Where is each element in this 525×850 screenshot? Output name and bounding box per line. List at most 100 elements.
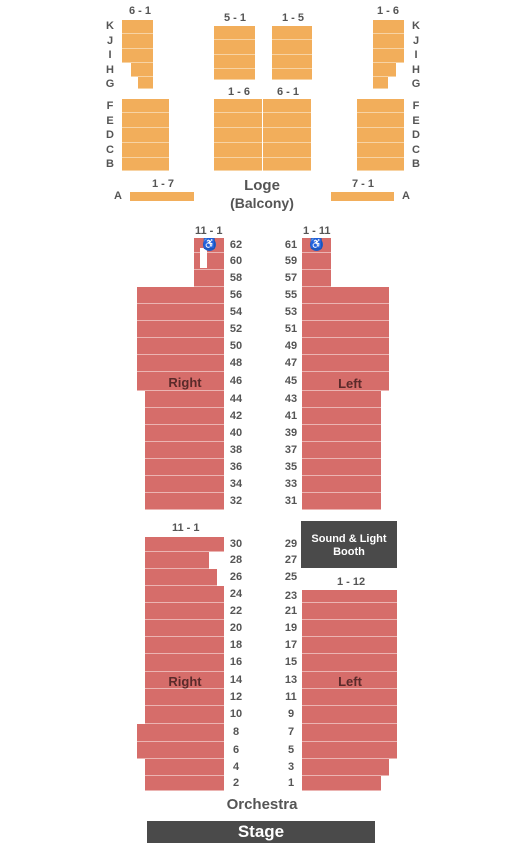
orchestra-row-30[interactable] — [145, 537, 224, 552]
balcony-center-row[interactable] — [214, 143, 262, 158]
orchestra-row-12[interactable] — [145, 689, 224, 706]
orchestra-row-35[interactable] — [302, 459, 381, 476]
orchestra-row-38[interactable] — [145, 442, 224, 459]
range-label: 5 - 1 — [224, 12, 247, 24]
balcony-row-a-left[interactable] — [130, 192, 194, 201]
orchestra-row-58[interactable] — [194, 270, 224, 287]
orchestra-row-21[interactable] — [302, 603, 397, 620]
balcony-center-row[interactable] — [263, 143, 311, 158]
orchestra-row-11[interactable] — [302, 689, 397, 706]
orchestra-row-40[interactable] — [145, 425, 224, 442]
orchestra-row-44[interactable] — [145, 391, 224, 408]
balcony-row-c-right[interactable] — [357, 143, 404, 158]
orchestra-row-48[interactable] — [137, 355, 224, 372]
booth-label-line2: Booth — [333, 546, 365, 558]
balcony-center-right-row[interactable] — [272, 26, 312, 40]
orchestra-row-34[interactable] — [145, 476, 224, 493]
range-label: 1 - 5 — [282, 12, 305, 24]
orchestra-row-22[interactable] — [145, 603, 224, 620]
balcony-center-right-row[interactable] — [272, 69, 312, 80]
orchestra-row-18[interactable] — [145, 637, 224, 654]
orchestra-row-33[interactable] — [302, 476, 381, 493]
orchestra-row-32[interactable] — [145, 493, 224, 510]
balcony-row-d-right[interactable] — [357, 128, 404, 143]
balcony-row-h-right[interactable] — [373, 63, 396, 77]
balcony-row-b-right[interactable] — [357, 158, 404, 171]
orchestra-row-10[interactable] — [145, 706, 224, 724]
orchestra-row-6[interactable] — [137, 742, 224, 759]
orchestra-row-53[interactable] — [302, 304, 389, 321]
balcony-center-row[interactable] — [263, 128, 311, 143]
balcony-center-right-row[interactable] — [272, 40, 312, 55]
balcony-center-row[interactable] — [263, 158, 311, 171]
balcony-center-row[interactable] — [214, 158, 262, 171]
row-label: 24 — [229, 588, 243, 600]
balcony-center-left-row[interactable] — [214, 69, 255, 80]
balcony-center-row[interactable] — [214, 113, 262, 128]
orchestra-row-17[interactable] — [302, 637, 397, 654]
balcony-center-left-row[interactable] — [214, 55, 255, 69]
orchestra-row-9[interactable] — [302, 706, 397, 724]
balcony-row-d-left[interactable] — [122, 128, 169, 143]
orchestra-row-57[interactable] — [302, 270, 331, 287]
balcony-row-g-left[interactable] — [138, 77, 153, 89]
orchestra-row-31[interactable] — [302, 493, 381, 510]
balcony-center-row[interactable] — [214, 128, 262, 143]
orchestra-row-8[interactable] — [137, 724, 224, 742]
orchestra-row-55[interactable] — [302, 287, 389, 304]
orchestra-row-19[interactable] — [302, 620, 397, 637]
row-label: 22 — [229, 605, 243, 617]
orchestra-row-16[interactable] — [145, 654, 224, 672]
orchestra-row-15[interactable] — [302, 654, 397, 672]
orchestra-row-2[interactable] — [145, 776, 224, 791]
balcony-row-i-right[interactable] — [373, 49, 404, 63]
balcony-center-right-row[interactable] — [272, 55, 312, 69]
balcony-row-a-right[interactable] — [331, 192, 394, 201]
orchestra-row-51[interactable] — [302, 321, 389, 338]
orchestra-row-39[interactable] — [302, 425, 381, 442]
balcony-row-f-left[interactable] — [122, 99, 169, 113]
balcony-center-row[interactable] — [263, 113, 311, 128]
orchestra-row-56[interactable] — [137, 287, 224, 304]
orchestra-row-7[interactable] — [302, 724, 397, 742]
orchestra-row-5[interactable] — [302, 742, 397, 759]
balcony-row-j-right[interactable] — [373, 34, 404, 49]
orchestra-row-37[interactable] — [302, 442, 381, 459]
orchestra-row-50[interactable] — [137, 338, 224, 355]
balcony-center-left-row[interactable] — [214, 26, 255, 40]
balcony-row-k-right[interactable] — [373, 20, 404, 34]
row-label: 45 — [284, 375, 298, 387]
balcony-row-g-right[interactable] — [373, 77, 388, 89]
balcony-row-b-left[interactable] — [122, 158, 169, 171]
orchestra-row-42[interactable] — [145, 408, 224, 425]
row-label: 19 — [284, 622, 298, 634]
orchestra-row-28[interactable] — [145, 552, 209, 569]
orchestra-row-20[interactable] — [145, 620, 224, 637]
balcony-row-j-left[interactable] — [122, 34, 153, 49]
orchestra-row-4[interactable] — [145, 759, 224, 776]
balcony-row-k-left[interactable] — [122, 20, 153, 34]
orchestra-row-24[interactable] — [145, 586, 224, 603]
balcony-row-i-left[interactable] — [122, 49, 153, 63]
orchestra-row-47[interactable] — [302, 355, 389, 372]
orchestra-row-49[interactable] — [302, 338, 389, 355]
orchestra-row-54[interactable] — [137, 304, 224, 321]
orchestra-row-43[interactable] — [302, 391, 381, 408]
orchestra-row-60[interactable] — [194, 253, 224, 270]
orchestra-row-3[interactable] — [302, 759, 389, 776]
balcony-center-left-row[interactable] — [214, 40, 255, 55]
balcony-center-row[interactable] — [214, 99, 262, 113]
balcony-center-row[interactable] — [263, 99, 311, 113]
orchestra-row-23[interactable] — [302, 590, 397, 603]
orchestra-row-41[interactable] — [302, 408, 381, 425]
orchestra-row-59[interactable] — [302, 253, 331, 270]
balcony-row-e-right[interactable] — [357, 113, 404, 128]
balcony-row-h-left[interactable] — [131, 63, 153, 77]
orchestra-row-26[interactable] — [145, 569, 217, 586]
orchestra-row-52[interactable] — [137, 321, 224, 338]
balcony-row-f-right[interactable] — [357, 99, 404, 113]
balcony-row-e-left[interactable] — [122, 113, 169, 128]
orchestra-row-1[interactable] — [302, 776, 381, 791]
balcony-row-c-left[interactable] — [122, 143, 169, 158]
orchestra-row-36[interactable] — [145, 459, 224, 476]
